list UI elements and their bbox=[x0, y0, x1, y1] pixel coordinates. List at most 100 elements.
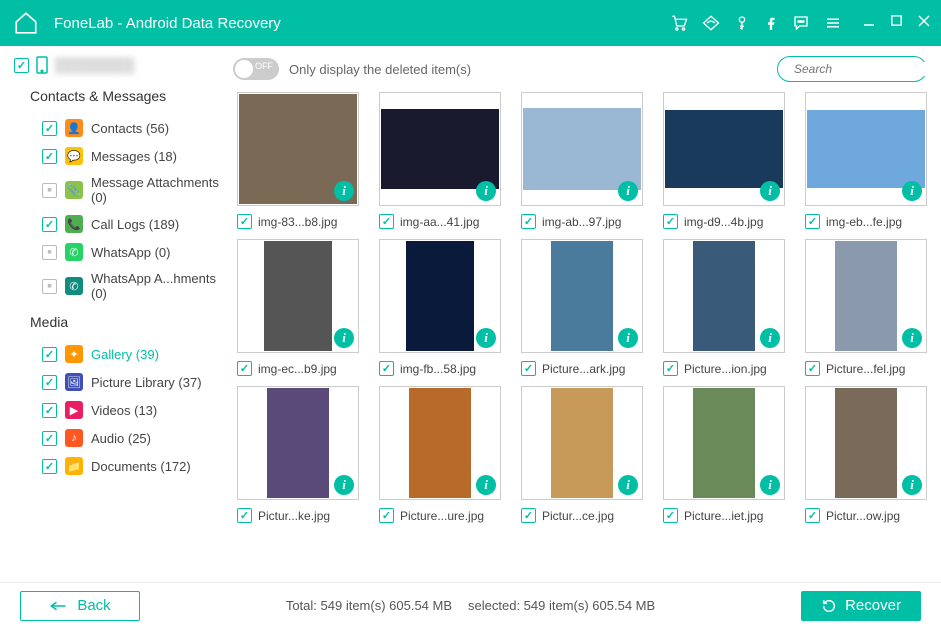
thumb-frame[interactable]: i bbox=[663, 239, 785, 353]
minimize-icon[interactable] bbox=[862, 14, 876, 33]
info-icon[interactable]: i bbox=[618, 328, 638, 348]
item-checkbox[interactable] bbox=[42, 459, 57, 474]
thumb-checkbox[interactable] bbox=[237, 361, 252, 376]
thumb-frame[interactable]: i bbox=[237, 239, 359, 353]
sidebar-item[interactable]: ♪Audio (25) bbox=[14, 424, 225, 452]
info-icon[interactable]: i bbox=[334, 475, 354, 495]
thumb-checkbox[interactable] bbox=[663, 214, 678, 229]
recover-button[interactable]: Recover bbox=[801, 591, 921, 621]
home-icon[interactable] bbox=[10, 7, 42, 39]
thumb-frame[interactable]: i bbox=[379, 386, 501, 500]
gallery-item[interactable]: iimg-eb...fe.jpg bbox=[801, 92, 931, 229]
info-icon[interactable]: i bbox=[476, 328, 496, 348]
sidebar: ████████ Contacts & Messages 👤Contacts (… bbox=[0, 46, 225, 582]
thumb-frame[interactable]: i bbox=[805, 386, 927, 500]
thumb-checkbox[interactable] bbox=[521, 214, 536, 229]
item-checkbox[interactable] bbox=[42, 149, 57, 164]
info-icon[interactable]: i bbox=[476, 475, 496, 495]
gallery-item[interactable]: iPicture...ure.jpg bbox=[375, 386, 505, 523]
maximize-icon[interactable] bbox=[890, 14, 903, 33]
info-icon[interactable]: i bbox=[760, 475, 780, 495]
gallery-item[interactable]: iPicture...fel.jpg bbox=[801, 239, 931, 376]
feedback-icon[interactable] bbox=[792, 14, 810, 32]
sidebar-item[interactable]: ✆WhatsApp A...hments (0) bbox=[14, 266, 225, 306]
thumb-checkbox[interactable] bbox=[663, 361, 678, 376]
thumb-frame[interactable]: i bbox=[521, 386, 643, 500]
item-checkbox[interactable] bbox=[42, 121, 57, 136]
thumb-frame[interactable]: i bbox=[237, 386, 359, 500]
device-checkbox[interactable] bbox=[14, 58, 29, 73]
sidebar-item[interactable]: 🖼Picture Library (37) bbox=[14, 368, 225, 396]
info-icon[interactable]: i bbox=[476, 181, 496, 201]
gallery-item[interactable]: iPicture...iet.jpg bbox=[659, 386, 789, 523]
thumb-checkbox[interactable] bbox=[237, 508, 252, 523]
item-checkbox[interactable] bbox=[42, 431, 57, 446]
thumb-frame[interactable]: i bbox=[805, 239, 927, 353]
thumb-frame[interactable]: i bbox=[521, 92, 643, 206]
thumb-frame[interactable]: i bbox=[379, 92, 501, 206]
menu-icon[interactable] bbox=[824, 14, 842, 32]
item-checkbox[interactable] bbox=[42, 279, 57, 294]
facebook-icon[interactable] bbox=[764, 14, 778, 32]
gallery-item[interactable]: iimg-83...b8.jpg bbox=[233, 92, 363, 229]
gallery-item[interactable]: iPicture...ark.jpg bbox=[517, 239, 647, 376]
info-icon[interactable]: i bbox=[760, 328, 780, 348]
gallery-item[interactable]: iPictur...ow.jpg bbox=[801, 386, 931, 523]
info-icon[interactable]: i bbox=[618, 181, 638, 201]
thumb-frame[interactable]: i bbox=[805, 92, 927, 206]
info-icon[interactable]: i bbox=[334, 181, 354, 201]
thumb-checkbox[interactable] bbox=[663, 508, 678, 523]
sidebar-item[interactable]: ✦Gallery (39) bbox=[14, 340, 225, 368]
sidebar-item[interactable]: 📁Documents (172) bbox=[14, 452, 225, 480]
sidebar-item[interactable]: 📞Call Logs (189) bbox=[14, 210, 225, 238]
sidebar-item[interactable]: ▶Videos (13) bbox=[14, 396, 225, 424]
close-icon[interactable] bbox=[917, 14, 931, 33]
gallery-item[interactable]: iPictur...ce.jpg bbox=[517, 386, 647, 523]
gallery-item[interactable]: iPicture...ion.jpg bbox=[659, 239, 789, 376]
thumb-checkbox[interactable] bbox=[379, 508, 394, 523]
item-checkbox[interactable] bbox=[42, 347, 57, 362]
info-icon[interactable]: i bbox=[902, 328, 922, 348]
item-checkbox[interactable] bbox=[42, 375, 57, 390]
back-button[interactable]: Back bbox=[20, 591, 140, 621]
thumb-checkbox[interactable] bbox=[805, 508, 820, 523]
thumb-frame[interactable]: i bbox=[663, 92, 785, 206]
device-row[interactable]: ████████ bbox=[14, 56, 225, 74]
gallery-item[interactable]: iimg-ab...97.jpg bbox=[517, 92, 647, 229]
thumb-checkbox[interactable] bbox=[237, 214, 252, 229]
cart-icon[interactable] bbox=[670, 14, 688, 32]
search-input[interactable] bbox=[794, 62, 941, 76]
thumb-checkbox[interactable] bbox=[805, 214, 820, 229]
thumb-checkbox[interactable] bbox=[379, 361, 394, 376]
gallery-item[interactable]: iimg-fb...58.jpg bbox=[375, 239, 505, 376]
thumb-frame[interactable]: i bbox=[379, 239, 501, 353]
thumb-frame[interactable]: i bbox=[521, 239, 643, 353]
thumb-checkbox[interactable] bbox=[805, 361, 820, 376]
thumb-checkbox[interactable] bbox=[521, 508, 536, 523]
sidebar-item[interactable]: ✆WhatsApp (0) bbox=[14, 238, 225, 266]
gallery-item[interactable]: iimg-d9...4b.jpg bbox=[659, 92, 789, 229]
gallery-item[interactable]: iimg-aa...41.jpg bbox=[375, 92, 505, 229]
sidebar-item[interactable]: 👤Contacts (56) bbox=[14, 114, 225, 142]
info-icon[interactable]: i bbox=[618, 475, 638, 495]
wifi-icon[interactable] bbox=[702, 14, 720, 32]
gallery-item[interactable]: iimg-ec...b9.jpg bbox=[233, 239, 363, 376]
thumb-checkbox[interactable] bbox=[521, 361, 536, 376]
info-icon[interactable]: i bbox=[334, 328, 354, 348]
item-checkbox[interactable] bbox=[42, 403, 57, 418]
thumb-checkbox[interactable] bbox=[379, 214, 394, 229]
item-checkbox[interactable] bbox=[42, 245, 57, 260]
info-icon[interactable]: i bbox=[902, 475, 922, 495]
gallery-item[interactable]: iPictur...ke.jpg bbox=[233, 386, 363, 523]
sidebar-item[interactable]: 📎Message Attachments (0) bbox=[14, 170, 225, 210]
thumb-frame[interactable]: i bbox=[663, 386, 785, 500]
info-icon[interactable]: i bbox=[760, 181, 780, 201]
sidebar-item[interactable]: 💬Messages (18) bbox=[14, 142, 225, 170]
search-box[interactable] bbox=[777, 56, 927, 82]
item-checkbox[interactable] bbox=[42, 217, 57, 232]
key-icon[interactable] bbox=[734, 14, 750, 32]
info-icon[interactable]: i bbox=[902, 181, 922, 201]
deleted-toggle[interactable]: OFF bbox=[233, 58, 279, 80]
thumb-frame[interactable]: i bbox=[237, 92, 359, 206]
item-checkbox[interactable] bbox=[42, 183, 57, 198]
